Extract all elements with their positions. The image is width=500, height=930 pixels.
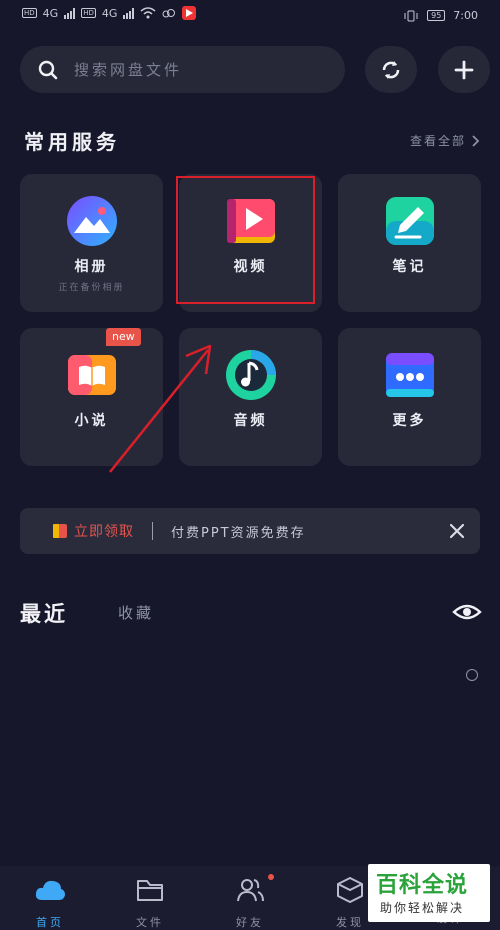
search-icon xyxy=(38,60,58,79)
promo-banner[interactable]: 立即领取 付费PPT资源免费存 xyxy=(20,508,480,554)
music-note-icon xyxy=(226,350,276,400)
battery-indicator: 95 xyxy=(427,10,446,21)
service-label-more: 更多 xyxy=(392,413,427,429)
tab-favorites[interactable]: 收藏 xyxy=(118,602,154,623)
service-label-album: 相册 xyxy=(74,259,109,275)
gift-icon xyxy=(53,524,67,538)
close-icon[interactable] xyxy=(446,520,468,542)
status-left: HD 4G HD 4G xyxy=(22,6,197,20)
see-all-label: 查看全部 xyxy=(409,134,466,148)
status-right: 95 7:00 xyxy=(403,9,478,22)
scroll-indicator xyxy=(466,669,478,681)
more-dots-icon xyxy=(386,353,434,397)
hd-badge: HD xyxy=(22,8,37,18)
service-card-album[interactable]: 相册 正在备份相册 xyxy=(20,174,163,312)
search-bar[interactable]: 搜索网盘文件 xyxy=(20,46,345,93)
status-bar: HD 4G HD 4G 95 7:00 xyxy=(0,0,500,34)
add-button[interactable] xyxy=(438,46,490,93)
folder-icon xyxy=(137,880,163,901)
annotation-arrow xyxy=(109,344,212,473)
promo-divider xyxy=(152,522,153,540)
service-label-notes: 笔记 xyxy=(392,259,427,275)
services-title: 常用服务 xyxy=(24,130,120,154)
service-card-notes[interactable]: 笔记 xyxy=(338,174,481,312)
network-type: 4G xyxy=(42,6,59,20)
sync-icon xyxy=(382,60,400,79)
hd-badge-2: HD xyxy=(81,8,96,18)
cloud-app-icon xyxy=(162,9,176,18)
nav-friends[interactable]: 好友 xyxy=(220,876,280,930)
friends-icon xyxy=(237,879,264,902)
signal-icon-2 xyxy=(123,7,135,19)
plus-icon xyxy=(454,60,474,79)
sync-button[interactable] xyxy=(365,46,417,93)
nav-home-label: 首页 xyxy=(36,916,64,929)
network-type-2: 4G xyxy=(101,6,118,20)
signal-icon xyxy=(64,7,76,19)
nav-home[interactable]: 首页 xyxy=(20,876,80,930)
chevron-right-icon xyxy=(472,134,480,147)
album-backup-status: 正在备份相册 xyxy=(58,283,125,293)
nav-friends-label: 好友 xyxy=(236,916,264,929)
nav-files[interactable]: 文件 xyxy=(120,876,180,930)
service-card-more[interactable]: 更多 xyxy=(338,328,481,466)
notification-dot xyxy=(268,874,274,880)
cloud-home-icon xyxy=(35,880,65,900)
promo-text: 付费PPT资源免费存 xyxy=(171,525,306,541)
vibrate-icon xyxy=(404,10,418,21)
search-placeholder: 搜索网盘文件 xyxy=(74,61,183,79)
watermark-title: 百科全说 xyxy=(376,873,469,898)
highlight-box xyxy=(176,176,315,304)
promo-cta[interactable]: 立即领取 xyxy=(52,521,134,541)
watermark-logo: 百科全说 助你轻松解决 xyxy=(368,864,490,922)
discover-cube-icon xyxy=(337,877,363,903)
watermark-subtitle: 助你轻松解决 xyxy=(380,901,465,915)
eye-icon[interactable] xyxy=(452,598,482,626)
wifi-icon xyxy=(140,7,156,19)
tab-recent[interactable]: 最近 xyxy=(20,598,68,628)
photo-album-icon xyxy=(67,196,117,246)
see-all-link[interactable]: 查看全部 xyxy=(410,132,480,149)
note-pen-icon xyxy=(386,197,434,245)
nav-files-label: 文件 xyxy=(136,916,164,929)
promo-cta-label: 立即领取 xyxy=(74,524,134,540)
clock: 7:00 xyxy=(453,9,478,22)
video-app-icon xyxy=(182,6,197,20)
